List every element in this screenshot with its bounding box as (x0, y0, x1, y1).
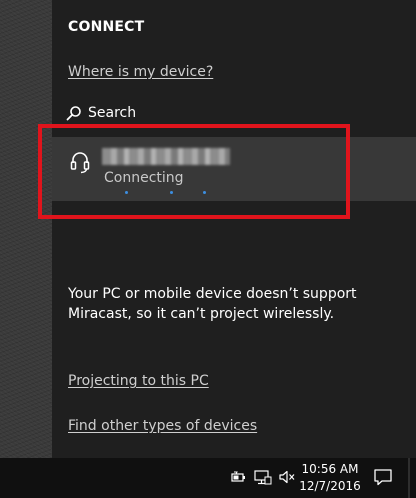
progress-dot (125, 191, 128, 194)
volume-muted-icon[interactable] (278, 469, 296, 489)
battery-icon[interactable] (230, 469, 246, 489)
headset-icon (70, 150, 90, 178)
network-icon[interactable] (254, 469, 272, 489)
search-label: Search (88, 105, 137, 121)
taskbar-clock[interactable]: 10:56 AM 12/7/2016 (298, 461, 362, 495)
desktop-background (0, 0, 52, 458)
clock-time: 10:56 AM (301, 462, 359, 476)
device-name-blurred (102, 148, 230, 165)
show-desktop-edge[interactable] (408, 458, 410, 498)
device-list-item[interactable]: Connecting (52, 137, 416, 201)
find-other-devices-link[interactable]: Find other types of devices (68, 418, 257, 434)
taskbar: 10:56 AM 12/7/2016 (0, 458, 416, 498)
search-button[interactable]: Search (66, 105, 136, 121)
search-icon (66, 105, 82, 121)
clock-date: 12/7/2016 (299, 479, 361, 493)
action-center-icon[interactable] (373, 468, 393, 490)
connect-panel: CONNECT Where is my device? Search Conne… (52, 0, 416, 458)
panel-title: CONNECT (68, 19, 145, 35)
progress-dot (170, 191, 173, 194)
progress-dot (203, 191, 206, 194)
miracast-message: Your PC or mobile device doesn’t support… (68, 286, 357, 322)
projecting-to-this-pc-link[interactable]: Projecting to this PC (68, 373, 209, 389)
where-is-my-device-link[interactable]: Where is my device? (68, 64, 213, 80)
device-status: Connecting (104, 170, 184, 186)
